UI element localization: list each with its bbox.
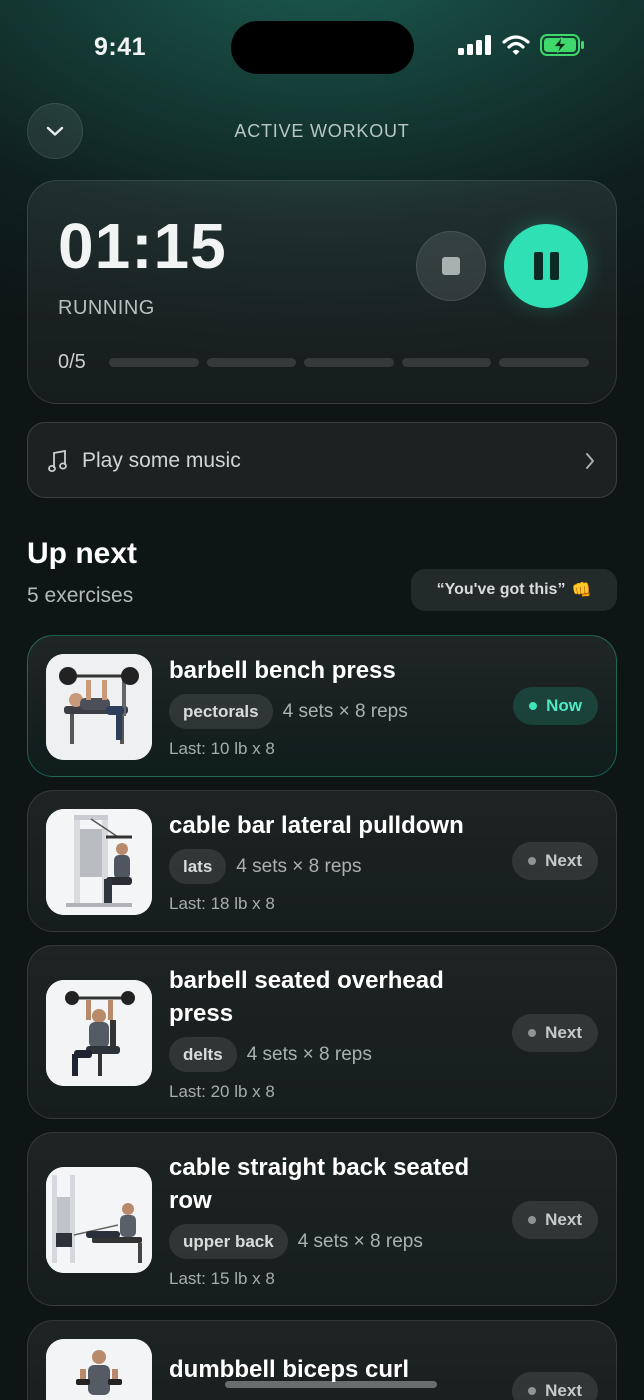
- status-pill: Now: [513, 687, 598, 725]
- exercise-card[interactable]: cable bar lateral pulldown lats 4 sets ×…: [27, 790, 617, 932]
- exercise-name: barbell bench press: [169, 657, 396, 684]
- exercise-name: cable bar lateral pulldown: [169, 812, 464, 839]
- progress-segment: [499, 358, 589, 367]
- progress-track: [109, 358, 589, 367]
- exercise-thumbnail: [46, 809, 152, 915]
- status-label: Next: [545, 1210, 582, 1229]
- exercise-meta: lats 4 sets × 8 reps: [169, 849, 361, 884]
- exercise-name: cable straight back seated row: [169, 1154, 470, 1214]
- status-label: Next: [545, 1023, 582, 1042]
- exercise-meta: delts 4 sets × 8 reps: [169, 1037, 372, 1072]
- status-pill: Next: [512, 1201, 598, 1239]
- exercise-meta: upper back 4 sets × 8 reps: [169, 1224, 423, 1259]
- sets-text: 4 sets × 8 reps: [282, 700, 408, 722]
- status-time: 9:41: [94, 33, 147, 61]
- exercise-count: 5 exercises: [27, 584, 134, 607]
- last-performance: Last: 15 lb x 8: [169, 1269, 275, 1288]
- status-dot: [529, 702, 538, 710]
- status-icons: [458, 34, 586, 56]
- progress-segment: [401, 358, 492, 367]
- exercise-thumbnail: [46, 980, 152, 1086]
- exercise-card[interactable]: barbell seated overhead press delts 4 se…: [27, 945, 617, 1119]
- exercise-card[interactable]: dumbbell biceps curl Next: [27, 1320, 617, 1400]
- sets-text: 4 sets × 8 reps: [297, 1230, 423, 1252]
- dynamic-island: [231, 21, 414, 74]
- page-title: ACTIVE WORKOUT: [234, 121, 410, 141]
- music-label: Play some music: [82, 449, 241, 472]
- play-music-row[interactable]: Play some music: [27, 422, 617, 498]
- last-performance: Last: 18 lb x 8: [169, 894, 275, 913]
- timer-state: RUNNING: [58, 297, 155, 319]
- motivation-text: “You've got this”: [436, 581, 566, 598]
- chevron-right-icon: [586, 453, 594, 469]
- sets-text: 4 sets × 8 reps: [246, 1043, 372, 1065]
- progress-count: 0/5: [58, 351, 86, 373]
- status-dot: [528, 857, 537, 865]
- motivation-badge: “You've got this” 👊: [411, 569, 617, 611]
- section-title: Up next: [27, 537, 138, 570]
- status-bar: 9:41: [0, 0, 644, 95]
- last-performance: Last: 10 lb x 8: [169, 739, 275, 758]
- sets-text: 4 sets × 8 reps: [236, 855, 362, 877]
- muscle-chip: pectorals: [169, 694, 273, 729]
- progress-segment: [109, 358, 199, 367]
- home-indicator: [225, 1381, 437, 1388]
- pause-icon: [533, 252, 543, 280]
- wifi-icon: [502, 35, 530, 55]
- progress-segment: [206, 358, 297, 367]
- exercise-thumbnail: [46, 1167, 152, 1273]
- pause-icon: [549, 252, 559, 280]
- status-pill: Next: [512, 842, 598, 880]
- exercise-meta: pectorals 4 sets × 8 reps: [169, 694, 408, 729]
- status-label: Next: [545, 851, 582, 870]
- status-pill: Next: [512, 1014, 598, 1052]
- muscle-chip: delts: [169, 1037, 237, 1072]
- stop-button[interactable]: [416, 231, 486, 301]
- last-performance: Last: 20 lb x 8: [169, 1082, 275, 1101]
- fist-emoji: 👊: [571, 582, 592, 599]
- exercise-card[interactable]: cable straight back seated row upper bac…: [27, 1132, 617, 1306]
- status-dot: [528, 1387, 537, 1395]
- exercise-thumbnail: [46, 1339, 152, 1400]
- stop-icon: [442, 257, 460, 275]
- muscle-chip: lats: [169, 849, 227, 884]
- exercise-name: barbell seated overhead press: [169, 967, 444, 1027]
- status-dot: [528, 1216, 537, 1224]
- music-note-icon: [48, 449, 67, 472]
- signal-icon: [458, 35, 491, 55]
- header: ACTIVE WORKOUT: [0, 103, 644, 159]
- exercise-thumbnail: [46, 654, 152, 760]
- progress-segment: [304, 358, 394, 367]
- exercise-card[interactable]: barbell bench press pectorals 4 sets × 8…: [27, 635, 617, 777]
- timer-value: 01:15: [58, 210, 227, 282]
- status-label: Next: [545, 1381, 582, 1400]
- status-pill: Next: [512, 1372, 598, 1400]
- status-label: Now: [546, 696, 582, 715]
- muscle-chip: upper back: [169, 1224, 288, 1259]
- timer-card: 01:15 RUNNING 0/5: [27, 180, 617, 404]
- battery-charging-icon: [540, 34, 584, 56]
- pause-button[interactable]: [504, 224, 588, 308]
- status-dot: [528, 1029, 537, 1037]
